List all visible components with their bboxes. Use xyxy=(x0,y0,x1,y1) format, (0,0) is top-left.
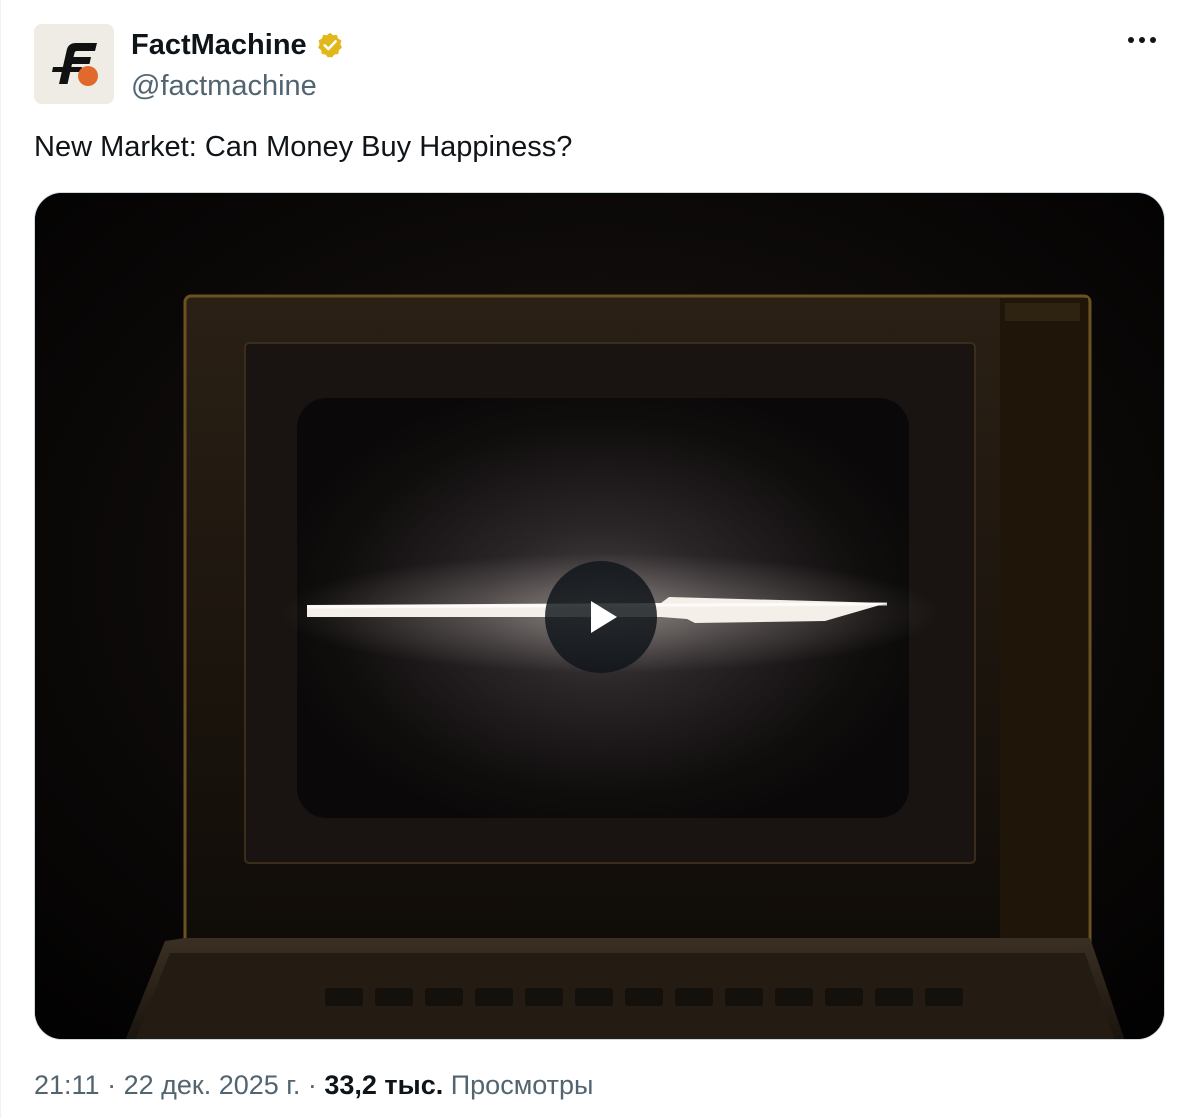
views-count: 33,2 тыс. xyxy=(324,1070,444,1100)
meta-separator: · xyxy=(107,1070,117,1100)
author-block: FactMachine @factmachine xyxy=(131,26,344,105)
views-label: Просмотры xyxy=(450,1070,594,1100)
meta-separator: · xyxy=(307,1070,317,1100)
video-player[interactable] xyxy=(34,192,1165,1040)
views-link[interactable]: 33,2 тыс. Просмотры xyxy=(324,1070,593,1100)
name-row: FactMachine xyxy=(131,26,344,64)
tweet-time: 21:11 xyxy=(34,1070,100,1100)
tweet-meta: 21:11 · 22 дек. 2025 г. · 33,2 тыс. Прос… xyxy=(34,1066,593,1104)
play-icon xyxy=(591,601,617,633)
more-horizontal-icon xyxy=(1128,37,1156,43)
tweet-text: New Market: Can Money Buy Happiness? xyxy=(34,131,573,163)
display-name[interactable]: FactMachine xyxy=(131,26,307,64)
verified-badge-icon[interactable] xyxy=(316,31,344,59)
handle[interactable]: @factmachine xyxy=(131,67,344,105)
tweet-date: 22 дек. 2025 г. xyxy=(123,1070,301,1100)
factmachine-logo xyxy=(34,24,114,104)
timestamp-link[interactable]: 21:11 · 22 дек. 2025 г. xyxy=(34,1070,300,1100)
avatar[interactable] xyxy=(34,24,114,104)
more-options-button[interactable] xyxy=(1122,26,1162,54)
play-button[interactable] xyxy=(545,561,657,673)
tweet-card: FactMachine @factmachine New Market: Can… xyxy=(0,0,1190,1118)
